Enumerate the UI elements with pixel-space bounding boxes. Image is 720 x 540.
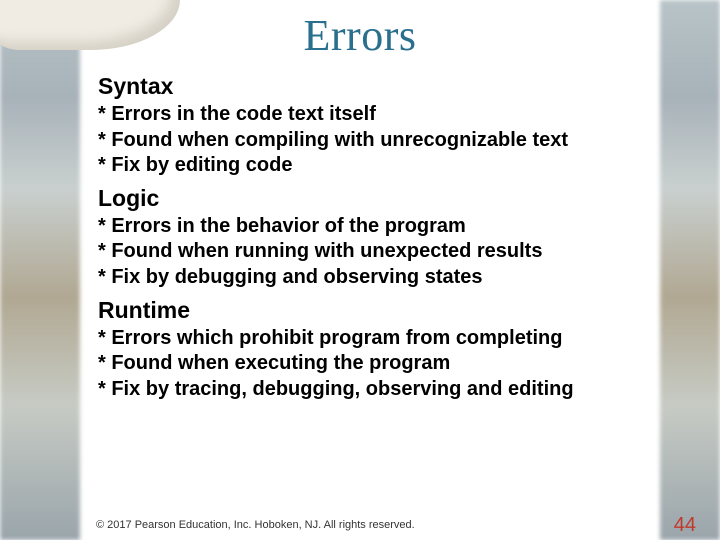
section-bullets-runtime: * Errors which prohibit program from com… <box>98 326 630 403</box>
bullet: * Found when running with unexpected res… <box>98 239 630 265</box>
slide: Errors Syntax * Errors in the code text … <box>0 0 720 540</box>
bullet: * Fix by debugging and observing states <box>98 265 630 291</box>
bullet: * Found when executing the program <box>98 351 630 377</box>
bullet: * Found when compiling with unrecognizab… <box>98 128 630 154</box>
section-heading-logic: Logic <box>98 185 630 212</box>
bullet: * Fix by editing code <box>98 153 630 179</box>
bullet: * Errors which prohibit program from com… <box>98 326 630 352</box>
slide-content: Syntax * Errors in the code text itself … <box>92 69 638 540</box>
bullet: * Errors in the code text itself <box>98 102 630 128</box>
slide-footer: © 2017 Pearson Education, Inc. Hoboken, … <box>0 510 720 540</box>
section-heading-runtime: Runtime <box>98 297 630 324</box>
slide-title: Errors <box>0 10 720 61</box>
section-bullets-logic: * Errors in the behavior of the program … <box>98 214 630 291</box>
bullet: * Errors in the behavior of the program <box>98 214 630 240</box>
page-number: 44 <box>674 514 696 537</box>
bullet: * Fix by tracing, debugging, observing a… <box>98 377 630 403</box>
section-bullets-syntax: * Errors in the code text itself * Found… <box>98 102 630 179</box>
section-heading-syntax: Syntax <box>98 73 630 100</box>
copyright-text: © 2017 Pearson Education, Inc. Hoboken, … <box>96 519 415 531</box>
